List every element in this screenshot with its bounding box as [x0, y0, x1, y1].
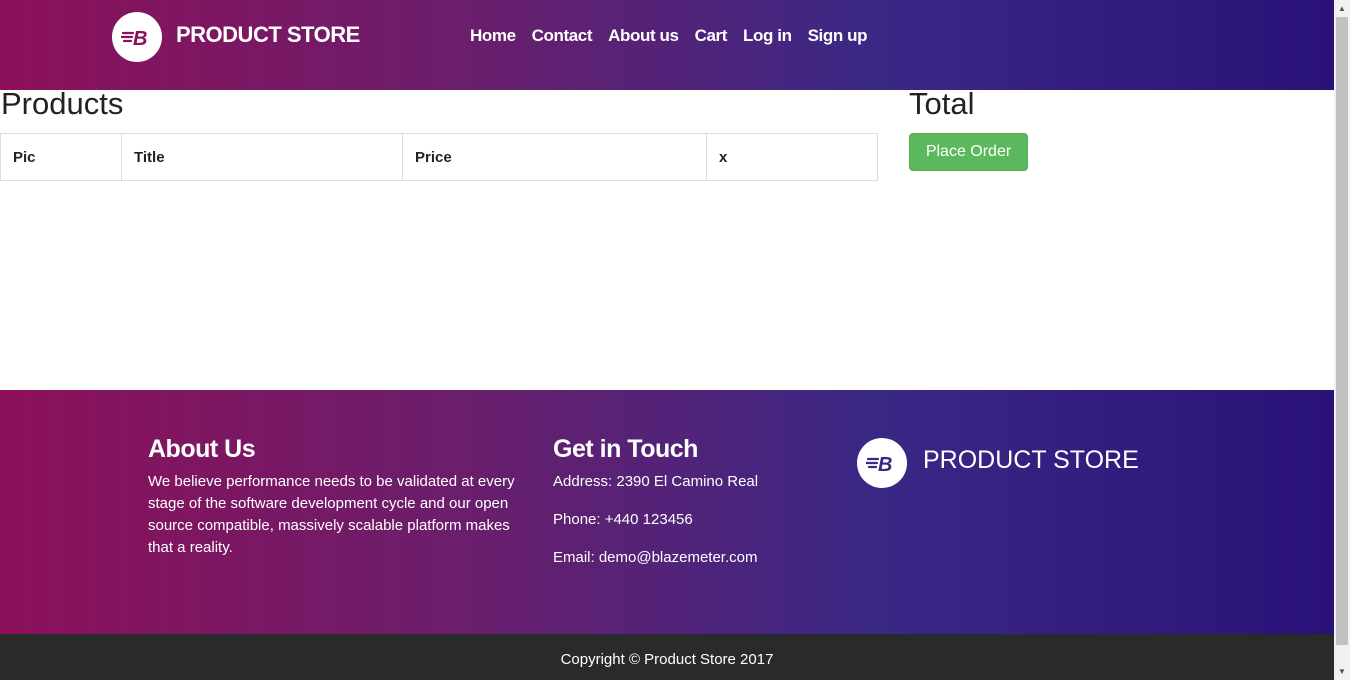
scroll-up-arrow-icon[interactable]: ▲ [1334, 0, 1350, 17]
brand-name[interactable]: PRODUCT STORE [176, 22, 360, 48]
contact-email: Email: demo@blazemeter.com [553, 549, 758, 566]
footer: About Us We believe performance needs to… [0, 390, 1334, 634]
products-heading: Products [1, 86, 124, 121]
column-header-title: Title [121, 133, 403, 181]
copyright-bar: Copyright © Product Store 2017 [0, 634, 1334, 680]
column-header-delete: x [706, 133, 878, 181]
nav-link-about-us[interactable]: About us [608, 26, 679, 46]
place-order-button[interactable]: Place Order [909, 133, 1028, 171]
nav-link-sign-up[interactable]: Sign up [808, 26, 868, 46]
contact-phone: Phone: +440 123456 [553, 511, 693, 528]
footer-logo-icon: B [857, 438, 907, 488]
copyright-text: Copyright © Product Store 2017 [560, 651, 774, 668]
about-us-text: We believe performance needs to be valid… [148, 473, 515, 556]
total-heading: Total [909, 86, 975, 121]
nav-link-log-in[interactable]: Log in [743, 26, 792, 46]
vertical-scrollbar[interactable]: ▲ ▼ [1334, 0, 1350, 680]
svg-text:B: B [878, 454, 892, 474]
column-header-pic: Pic [0, 133, 122, 181]
about-us-heading: About Us [148, 435, 256, 463]
cart-table: Pic Title Price x [0, 133, 878, 181]
brand-logo-icon[interactable]: B [112, 12, 162, 62]
scrollbar-thumb[interactable] [1336, 17, 1348, 645]
contact-address: Address: 2390 El Camino Real [553, 473, 759, 490]
nav-link-home[interactable]: Home [470, 26, 516, 46]
nav-links: Home Contact About us Cart Log in Sign u… [470, 26, 883, 46]
footer-brand-name: PRODUCT STORE [923, 446, 1139, 474]
nav-link-cart[interactable]: Cart [695, 26, 728, 46]
page: B PRODUCT STORE Home Contact About us Ca… [0, 0, 1334, 680]
column-header-price: Price [402, 133, 707, 181]
get-in-touch-heading: Get in Touch [553, 435, 698, 463]
navbar: B PRODUCT STORE Home Contact About us Ca… [0, 0, 1334, 90]
svg-text:B: B [133, 28, 147, 48]
scroll-down-arrow-icon[interactable]: ▼ [1334, 663, 1350, 680]
cart-table-header-row: Pic Title Price x [0, 133, 878, 181]
nav-link-contact[interactable]: Contact [532, 26, 593, 46]
